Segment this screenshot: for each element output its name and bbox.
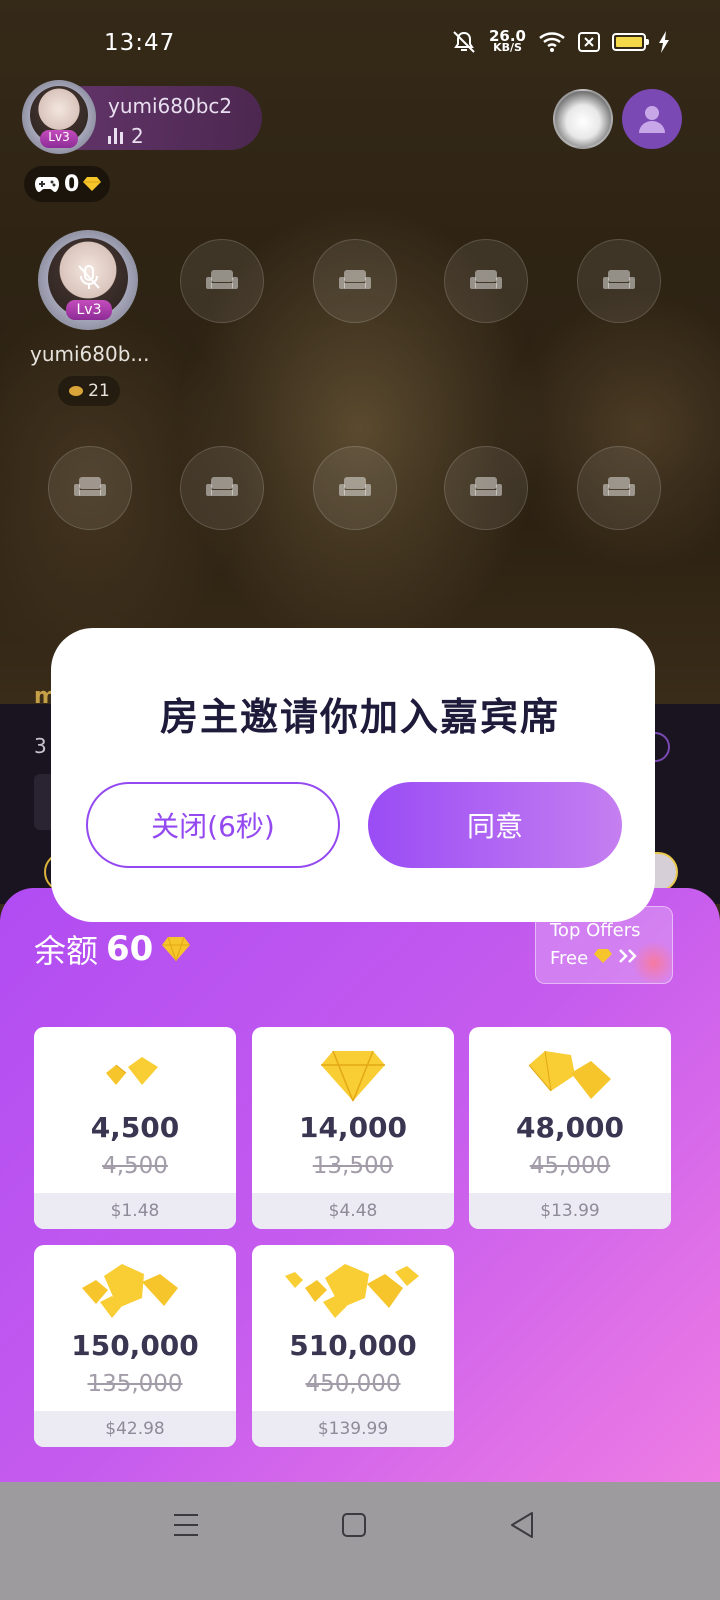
seat-10[interactable] (577, 446, 661, 530)
package-card[interactable]: 510,000 450,000 $139.99 (252, 1245, 454, 1447)
package-price: $4.48 (252, 1193, 454, 1229)
package-original: 45,000 (529, 1153, 611, 1179)
gem-cluster-icon (252, 1263, 454, 1323)
seat-1-username: yumi680b... (30, 342, 150, 366)
status-bar: 13:47 26.0 KB/S (0, 0, 720, 88)
mute-bell-icon (453, 31, 475, 53)
gem-cluster-icon (252, 1045, 454, 1105)
sim-x-icon (578, 32, 600, 52)
close-button[interactable]: 关闭(6秒) (86, 782, 340, 868)
users-icon (639, 106, 665, 133)
game-chip-value: 0 (64, 171, 80, 197)
gem-cluster-icon (34, 1045, 236, 1105)
sofa-icon (470, 477, 502, 496)
host-name: yumi680bc2 (108, 94, 233, 118)
status-time: 13:47 (104, 30, 176, 56)
sofa-icon (339, 270, 371, 289)
wifi-icon (539, 32, 565, 52)
sofa-icon (206, 477, 238, 496)
audience-count: 2 (108, 124, 144, 148)
package-amount: 14,000 (298, 1111, 408, 1144)
host-level-badge: Lv3 (40, 130, 78, 148)
balance: 余额 60 (34, 926, 191, 972)
package-original: 13,500 (312, 1153, 394, 1179)
online-users-button[interactable] (622, 89, 682, 149)
home-square-icon[interactable] (340, 1508, 368, 1542)
battery-icon (612, 33, 649, 51)
package-amount: 510,000 (289, 1329, 417, 1362)
agree-button[interactable]: 同意 (368, 782, 622, 868)
seat-4[interactable] (444, 239, 528, 323)
sofa-icon (339, 477, 371, 496)
seat-9[interactable] (444, 446, 528, 530)
menu-icon[interactable] (172, 1508, 200, 1542)
package-card[interactable]: 48,000 45,000 $13.99 (469, 1027, 671, 1229)
status-icons: 26.0 KB/S (451, 27, 670, 54)
network-speed: 26.0 KB/S (488, 27, 526, 54)
package-original: 4,500 (102, 1153, 168, 1179)
package-card[interactable]: 150,000 135,000 $42.98 (34, 1245, 236, 1447)
sofa-icon (470, 270, 502, 289)
balance-value: 60 (106, 929, 154, 969)
mic-off-icon (78, 265, 100, 289)
diamond-icon (83, 177, 102, 191)
package-price: $13.99 (469, 1193, 671, 1229)
seat-5[interactable] (577, 239, 661, 323)
package-amount: 4,500 (90, 1111, 180, 1144)
signal-bars-icon (108, 128, 123, 144)
game-chip[interactable]: 0 (24, 166, 110, 202)
diamond-icon (593, 949, 612, 963)
seat-1-level-badge: Lv3 (66, 300, 112, 320)
invite-dialog (51, 628, 655, 922)
package-card[interactable]: 4,500 4,500 $1.48 (34, 1027, 236, 1229)
gem-cluster-icon (469, 1045, 671, 1105)
package-card[interactable]: 14,000 13,500 $4.48 (252, 1027, 454, 1229)
package-amount: 150,000 (71, 1329, 199, 1362)
seat-1-gold: 21 (58, 376, 120, 406)
sofa-icon (603, 477, 635, 496)
package-price: $139.99 (252, 1411, 454, 1447)
back-triangle-icon[interactable] (508, 1508, 536, 1542)
sofa-icon (603, 270, 635, 289)
gem-cluster-icon (34, 1263, 236, 1323)
dialog-title: 房主邀请你加入嘉宾席 (159, 695, 560, 739)
charging-icon (659, 31, 669, 53)
room-cover-avatar[interactable] (553, 89, 613, 149)
gold-bean-icon (69, 386, 84, 396)
sofa-icon (74, 477, 106, 496)
seat-6[interactable] (48, 446, 132, 530)
package-price: $1.48 (34, 1193, 236, 1229)
seat-7[interactable] (180, 446, 264, 530)
gamepad-icon (35, 177, 59, 192)
package-amount: 48,000 (515, 1111, 625, 1144)
seat-2[interactable] (180, 239, 264, 323)
balance-label: 余额 (34, 932, 99, 970)
top-offers-glow (632, 941, 672, 983)
seat-3[interactable] (313, 239, 397, 323)
seat-8[interactable] (313, 446, 397, 530)
package-price: $42.98 (34, 1411, 236, 1447)
sofa-icon (206, 270, 238, 289)
diamond-icon (162, 936, 191, 962)
package-original: 135,000 (87, 1371, 183, 1397)
package-original: 450,000 (305, 1371, 401, 1397)
